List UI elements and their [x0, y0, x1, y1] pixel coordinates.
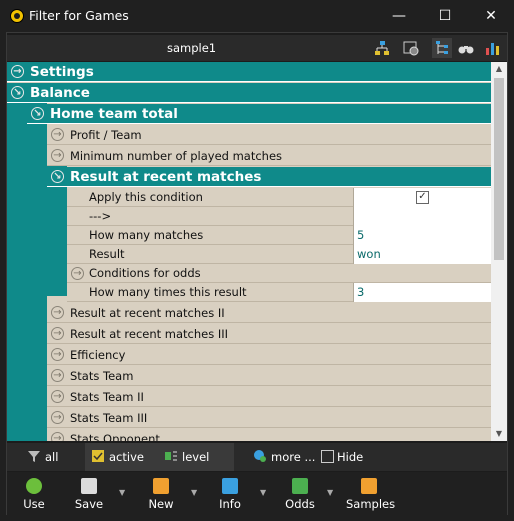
row-arrow[interactable]: --->	[67, 207, 491, 226]
use-button[interactable]: Use	[19, 474, 49, 511]
expand-icon[interactable]: →	[51, 369, 64, 382]
save-disk-icon	[81, 478, 97, 494]
bottom-action-bar: Use Save ▼ New ▼ Info ▼ Odds ▼ Samples	[7, 472, 507, 515]
collapse-icon[interactable]: ↘	[11, 86, 24, 99]
expand-icon[interactable]: →	[51, 348, 64, 361]
hide-label: Hide	[337, 450, 364, 464]
row-stats-team-2[interactable]: → Stats Team II	[47, 387, 491, 407]
info-dropdown-icon[interactable]: ▼	[260, 488, 266, 497]
how-many-times-value[interactable]: 3	[353, 283, 491, 302]
property-grid: → Settings ↘ Balance ↘ Home team total →…	[7, 62, 491, 441]
new-doc-icon	[153, 478, 169, 494]
scroll-down-icon[interactable]: ▼	[491, 427, 507, 441]
settings-gear-icon[interactable]	[401, 38, 421, 58]
maximize-button[interactable]: ☐	[422, 0, 468, 32]
arrow-value-cell[interactable]	[353, 207, 491, 226]
row-stats-opponent[interactable]: → Stats Opponent	[47, 429, 491, 441]
row-conditions-odds[interactable]: → Conditions for odds	[67, 264, 491, 283]
expand-icon[interactable]: →	[51, 390, 64, 403]
new-dropdown-icon[interactable]: ▼	[191, 488, 197, 497]
expand-icon[interactable]: →	[51, 149, 64, 162]
new-button[interactable]: New	[145, 474, 177, 511]
more-button[interactable]: more ...	[253, 443, 319, 471]
apply-condition-cell[interactable]: ✓	[353, 188, 491, 207]
how-many-matches-value[interactable]: 5	[353, 226, 491, 245]
save-dropdown-icon[interactable]: ▼	[119, 488, 125, 497]
checklist-icon	[92, 450, 104, 462]
funnel-icon	[28, 451, 40, 462]
minimize-button[interactable]: —	[376, 0, 422, 32]
odds-icon	[292, 478, 308, 494]
odds-dropdown-icon[interactable]: ▼	[327, 488, 333, 497]
level-button[interactable]: level	[150, 443, 234, 471]
samples-button[interactable]: Samples	[346, 474, 395, 511]
collapse-icon[interactable]: ↘	[31, 107, 44, 120]
expand-icon[interactable]: →	[51, 128, 64, 141]
tree-view-icon[interactable]	[432, 38, 452, 58]
row-how-many-times[interactable]: How many times this result 3	[67, 283, 491, 302]
category-result-recent[interactable]: ↘ Result at recent matches	[47, 167, 491, 187]
row-result-recent-2[interactable]: → Result at recent matches II	[47, 303, 491, 323]
expand-icon[interactable]: →	[51, 306, 64, 319]
hierarchy-icon[interactable]	[372, 38, 392, 58]
title-bar: Filter for Games — ☐ ✕	[0, 0, 514, 32]
row-apply-condition[interactable]: Apply this condition ✓	[67, 188, 491, 207]
expand-icon[interactable]: →	[51, 432, 64, 441]
row-result-recent-3[interactable]: → Result at recent matches III	[47, 324, 491, 344]
info-button[interactable]: Info	[215, 474, 245, 511]
all-button[interactable]: all	[27, 443, 83, 471]
expand-icon[interactable]: →	[71, 267, 84, 280]
collapse-icon[interactable]: ↘	[51, 170, 64, 183]
category-home-team-total[interactable]: ↘ Home team total	[27, 104, 491, 124]
info-icon	[222, 478, 238, 494]
result-value[interactable]: won	[353, 245, 491, 264]
samples-folder-icon	[361, 478, 377, 494]
binoculars-icon[interactable]	[456, 38, 476, 58]
expand-icon[interactable]: →	[51, 327, 64, 340]
filter-bar: all active level more ... Hide	[7, 443, 507, 471]
row-result[interactable]: Result won	[67, 245, 491, 264]
row-min-played-matches[interactable]: → Minimum number of played matches	[47, 146, 491, 166]
apply-condition-checkbox[interactable]: ✓	[416, 191, 429, 204]
filter-name: sample1	[167, 41, 217, 55]
active-button[interactable]: active	[85, 443, 153, 471]
save-button[interactable]: Save	[73, 474, 105, 511]
use-check-icon	[26, 478, 42, 494]
row-profit-team[interactable]: → Profit / Team	[47, 125, 491, 145]
expand-icon[interactable]: →	[11, 65, 24, 78]
row-efficiency[interactable]: → Efficiency	[47, 345, 491, 365]
category-settings[interactable]: → Settings	[7, 62, 491, 82]
odds-button[interactable]: Odds	[283, 474, 317, 511]
app-logo-icon	[10, 9, 24, 23]
close-button[interactable]: ✕	[468, 0, 514, 32]
vertical-scrollbar[interactable]: ▲ ▼	[491, 62, 507, 441]
more-icon	[254, 450, 266, 462]
hide-checkbox[interactable]	[321, 450, 334, 463]
expand-icon[interactable]: →	[51, 411, 64, 424]
chart-icon[interactable]	[483, 38, 503, 58]
scroll-thumb[interactable]	[494, 78, 504, 260]
row-how-many-matches[interactable]: How many matches 5	[67, 226, 491, 245]
category-balance[interactable]: ↘ Balance	[7, 83, 491, 103]
balance-indent-band	[7, 102, 27, 441]
level-icon	[165, 451, 177, 461]
row-stats-team[interactable]: → Stats Team	[47, 366, 491, 386]
home-team-indent-band	[27, 102, 47, 441]
scroll-up-icon[interactable]: ▲	[491, 62, 507, 76]
row-stats-team-3[interactable]: → Stats Team III	[47, 408, 491, 428]
filter-toolbar: sample1	[7, 35, 507, 61]
window-title: Filter for Games	[29, 8, 129, 23]
